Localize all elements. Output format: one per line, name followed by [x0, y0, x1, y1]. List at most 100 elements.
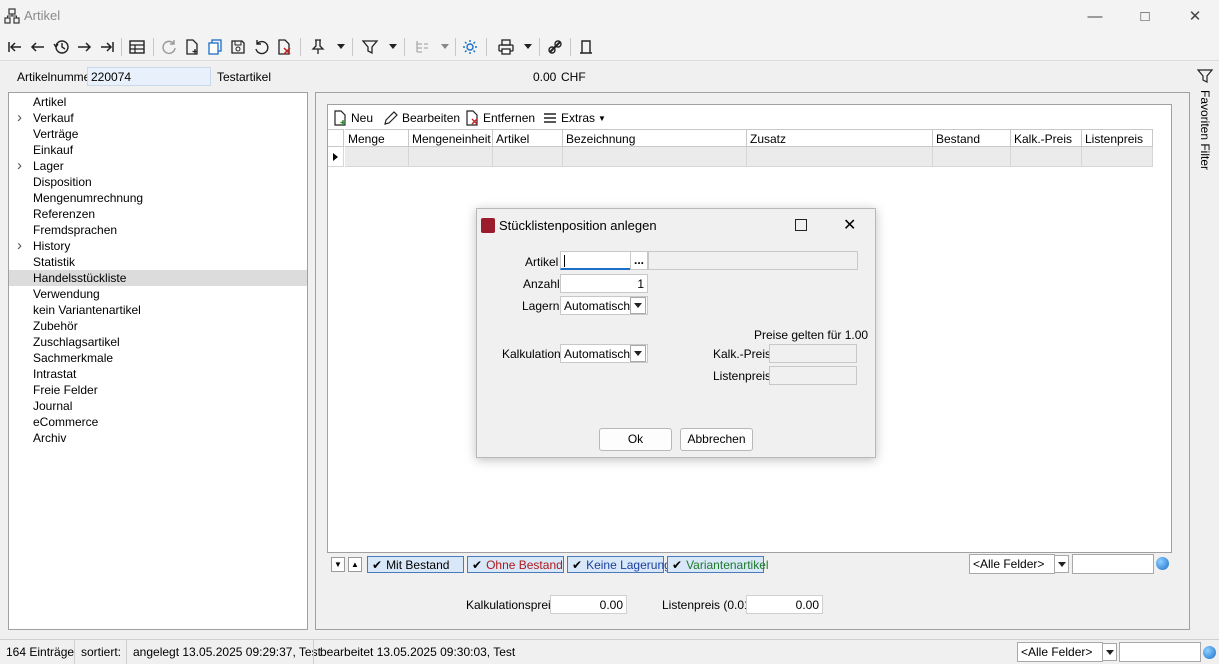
artikelnummer-field[interactable]: 220074	[87, 67, 211, 86]
column-header[interactable]: Artikel	[493, 129, 563, 147]
nav-item[interactable]: › History	[9, 238, 307, 254]
title-bar: Artikel — □ ✕	[0, 0, 1219, 33]
table-cell[interactable]	[1011, 147, 1082, 167]
last-record-icon[interactable]	[97, 37, 117, 57]
table-cell[interactable]	[1082, 147, 1153, 167]
filter-field-select[interactable]: <Alle Felder>	[969, 554, 1055, 574]
status-field-dropdown-icon[interactable]	[1102, 643, 1117, 661]
nav-item[interactable]: Sachmerkmale	[9, 350, 307, 366]
dialog-maximize-button[interactable]	[795, 219, 807, 231]
nav-item[interactable]: Zubehör	[9, 318, 307, 334]
extras-button[interactable]: Extras ▼	[542, 108, 606, 128]
tree-view-icon[interactable]	[412, 37, 432, 57]
delete-document-icon[interactable]	[274, 37, 294, 57]
filter-dropdown-icon[interactable]	[389, 44, 397, 49]
status-search-globe-icon[interactable]	[1203, 646, 1216, 659]
nav-item-label: Fremdsprachen	[33, 223, 118, 237]
filter-field-dropdown-icon[interactable]	[1054, 555, 1069, 573]
column-header[interactable]: Listenpreis	[1082, 129, 1153, 147]
dialog-app-icon	[481, 218, 495, 233]
print-dropdown-icon[interactable]	[524, 44, 532, 49]
minimize-button[interactable]: —	[1080, 6, 1110, 28]
lagern-dropdown-icon[interactable]	[630, 297, 646, 314]
table-cell[interactable]	[345, 147, 409, 167]
nav-item[interactable]: Fremdsprachen	[9, 222, 307, 238]
artikel-browse-button[interactable]: ...	[630, 251, 648, 270]
chevron-right-icon[interactable]: ›	[17, 158, 22, 174]
nav-item[interactable]: Intrastat	[9, 366, 307, 382]
cancel-button[interactable]: Abbrechen	[680, 428, 753, 451]
save-icon[interactable]	[228, 37, 248, 57]
favorites-filter-icon[interactable]	[1196, 68, 1214, 84]
remove-button[interactable]: Entfernen	[464, 108, 535, 128]
table-cell[interactable]	[747, 147, 933, 167]
copy-icon[interactable]	[205, 37, 225, 57]
favorites-filter-label[interactable]: Favoriten Filter	[1198, 90, 1212, 170]
collapse-down-icon[interactable]: ▼	[331, 557, 345, 572]
column-header[interactable]: Menge	[345, 129, 409, 147]
previous-record-icon[interactable]	[28, 37, 48, 57]
settings-icon[interactable]	[460, 37, 480, 57]
nav-item[interactable]: Journal	[9, 398, 307, 414]
column-header[interactable]: Bezeichnung	[563, 129, 747, 147]
filter-icon[interactable]	[360, 37, 380, 57]
search-globe-icon[interactable]	[1156, 557, 1169, 570]
status-field-select[interactable]: <Alle Felder>	[1017, 642, 1103, 662]
filter-chip[interactable]: ✔ Mit Bestand	[367, 556, 464, 573]
pin-icon[interactable]	[308, 37, 328, 57]
nav-item[interactable]: kein Variantenartikel	[9, 302, 307, 318]
column-header[interactable]: Mengeneinheit	[409, 129, 493, 147]
nav-item[interactable]: Mengenumrechnung	[9, 190, 307, 206]
nav-item[interactable]: Disposition	[9, 174, 307, 190]
chevron-right-icon[interactable]: ›	[17, 238, 22, 254]
nav-item[interactable]: Zuschlagsartikel	[9, 334, 307, 350]
table-cell[interactable]	[933, 147, 1011, 167]
print-icon[interactable]	[496, 37, 516, 57]
link-icon[interactable]	[545, 37, 565, 57]
nav-item[interactable]: Referenzen	[9, 206, 307, 222]
nav-item[interactable]: eCommerce	[9, 414, 307, 430]
ok-button[interactable]: Ok	[599, 428, 672, 451]
status-search-input[interactable]	[1119, 642, 1201, 662]
nav-item[interactable]: Verträge	[9, 126, 307, 142]
table-cell[interactable]	[409, 147, 493, 167]
next-record-icon[interactable]	[74, 37, 94, 57]
column-header[interactable]: Bestand	[933, 129, 1011, 147]
dialog-close-button[interactable]: ✕	[843, 215, 856, 235]
history-icon[interactable]	[51, 37, 71, 57]
tree-dropdown-icon[interactable]	[441, 44, 449, 49]
filter-chip[interactable]: ✔ Variantenartikel	[667, 556, 769, 573]
edit-button[interactable]: Bearbeiten	[383, 108, 460, 128]
new-button[interactable]: Neu	[332, 108, 373, 128]
filter-chip[interactable]: ✔ Keine Lagerung	[567, 556, 671, 573]
nav-item[interactable]: Einkauf	[9, 142, 307, 158]
table-cell[interactable]	[493, 147, 563, 167]
chevron-right-icon[interactable]: ›	[17, 110, 22, 126]
nav-item[interactable]: Handelsstückliste	[9, 270, 307, 286]
door-icon[interactable]	[576, 37, 596, 57]
column-header[interactable]: Zusatz	[747, 129, 933, 147]
table-view-icon[interactable]	[127, 37, 147, 57]
filter-search-input[interactable]	[1072, 554, 1154, 574]
kalkulation-dropdown-icon[interactable]	[630, 345, 646, 362]
refresh-icon[interactable]	[159, 37, 179, 57]
column-header[interactable]: Kalk.-Preis	[1011, 129, 1082, 147]
nav-item[interactable]: › Verkauf	[9, 110, 307, 126]
nav-item[interactable]: Verwendung	[9, 286, 307, 302]
first-record-icon[interactable]	[5, 37, 25, 57]
nav-item-label: Einkauf	[33, 143, 74, 157]
undo-icon[interactable]	[251, 37, 271, 57]
table-cell[interactable]	[563, 147, 747, 167]
nav-item[interactable]: Statistik	[9, 254, 307, 270]
maximize-button[interactable]: □	[1130, 6, 1160, 28]
nav-item[interactable]: Archiv	[9, 430, 307, 446]
new-document-icon[interactable]	[182, 37, 202, 57]
nav-item[interactable]: Freie Felder	[9, 382, 307, 398]
filter-chip[interactable]: ✔ Ohne Bestand	[467, 556, 564, 573]
nav-item[interactable]: › Lager	[9, 158, 307, 174]
pin-dropdown-icon[interactable]	[337, 44, 345, 49]
anzahl-input[interactable]: 1	[560, 274, 648, 293]
close-window-button[interactable]: ✕	[1180, 6, 1210, 28]
nav-item[interactable]: Artikel	[9, 94, 307, 110]
expand-up-icon[interactable]: ▲	[348, 557, 362, 572]
